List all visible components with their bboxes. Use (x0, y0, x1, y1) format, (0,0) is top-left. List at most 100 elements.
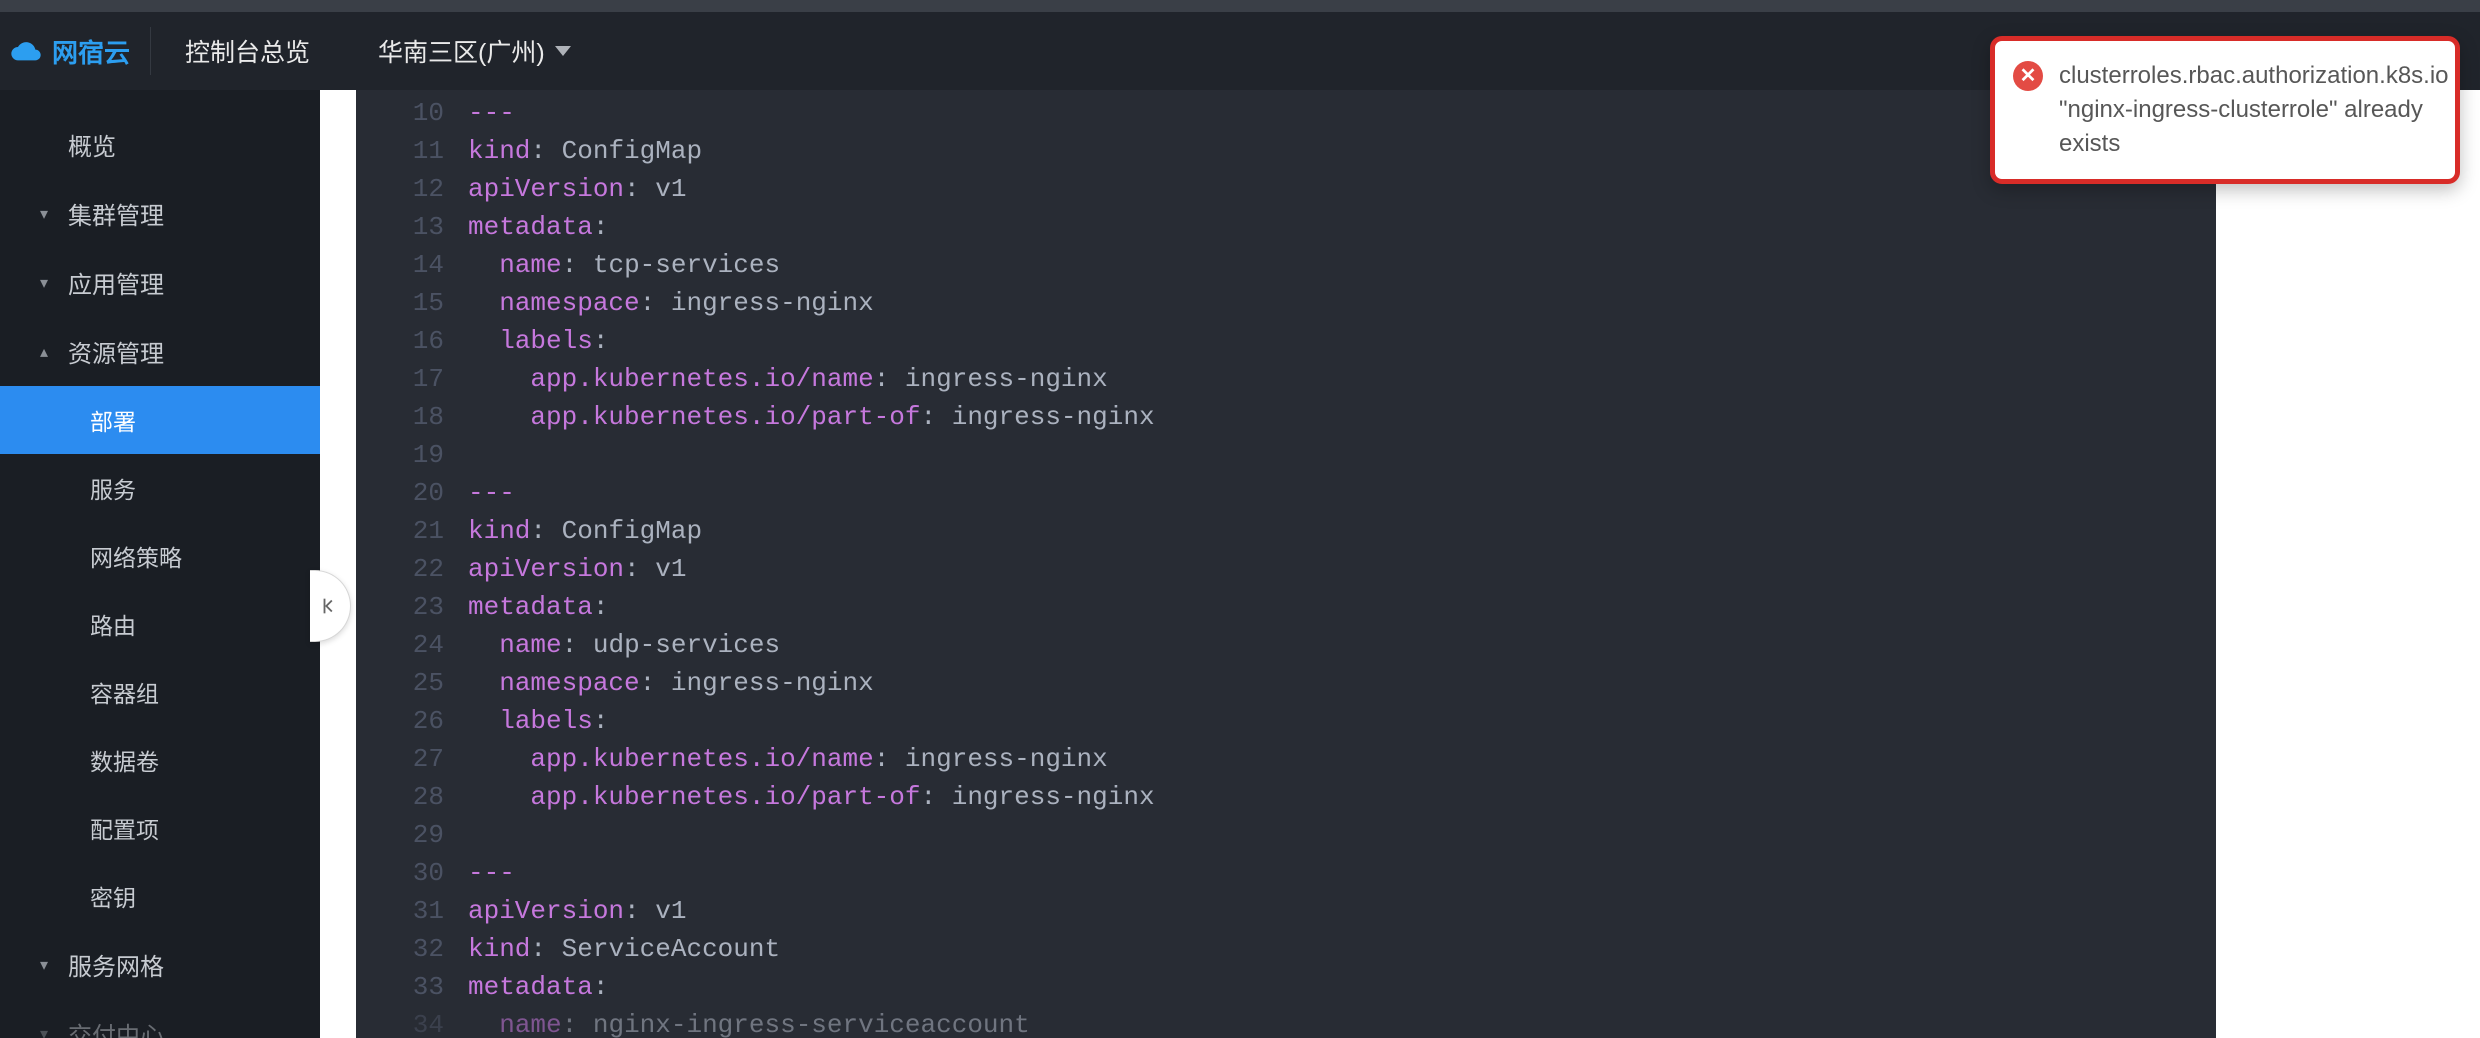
line-number: 31 (356, 892, 468, 930)
sidebar-item-service-mesh[interactable]: ▾ 服务网格 (0, 930, 320, 999)
caret-right-icon: ▾ (36, 955, 52, 975)
line-number: 20 (356, 474, 468, 512)
sidebar-item-overview[interactable]: 概览 (0, 110, 320, 179)
line-number: 22 (356, 550, 468, 588)
code-line[interactable]: 23metadata: (356, 588, 2216, 626)
code-line[interactable]: 26 labels: (356, 702, 2216, 740)
code-text: apiVersion: v1 (468, 170, 686, 208)
sidebar-item-cluster-mgmt[interactable]: ▾ 集群管理 (0, 179, 320, 248)
region-label: 华南三区(广州) (378, 33, 545, 69)
sidebar-label-resource: 资源管理 (68, 334, 164, 369)
code-line[interactable]: 32kind: ServiceAccount (356, 930, 2216, 968)
caret-down-icon: ▴ (36, 342, 52, 362)
line-number: 30 (356, 854, 468, 892)
line-number: 28 (356, 778, 468, 816)
code-text: --- (468, 94, 515, 132)
code-line[interactable]: 13metadata: (356, 208, 2216, 246)
code-text: labels: (468, 322, 608, 360)
line-number: 32 (356, 930, 468, 968)
sidebar-label-delivery: 交付中心 (68, 1016, 164, 1038)
code-line[interactable]: 29 (356, 816, 2216, 854)
code-text: metadata: (468, 968, 608, 1006)
code-line[interactable]: 22apiVersion: v1 (356, 550, 2216, 588)
sidebar-item-app-mgmt[interactable]: ▾ 应用管理 (0, 248, 320, 317)
code-line[interactable]: 10--- (356, 94, 2216, 132)
code-text: metadata: (468, 588, 608, 626)
line-number: 12 (356, 170, 468, 208)
sidebar-label-mesh: 服务网格 (68, 947, 164, 982)
code-line[interactable]: 11kind: ConfigMap (356, 132, 2216, 170)
code-line[interactable]: 14 name: tcp-services (356, 246, 2216, 284)
collapse-sidebar-button[interactable] (310, 570, 351, 642)
editor-area: 10---11kind: ConfigMap12apiVersion: v113… (356, 90, 2480, 1038)
code-line[interactable]: 19 (356, 436, 2216, 474)
window-title-bar (0, 0, 2480, 12)
console-overview-label: 控制台总览 (185, 33, 310, 69)
code-text: apiVersion: v1 (468, 892, 686, 930)
caret-right-icon: ▾ (36, 273, 52, 293)
error-icon: ✕ (2013, 61, 2043, 91)
line-number: 18 (356, 398, 468, 436)
code-text: app.kubernetes.io/part-of: ingress-nginx (468, 398, 1155, 436)
code-text: apiVersion: v1 (468, 550, 686, 588)
code-line[interactable]: 24 name: udp-services (356, 626, 2216, 664)
caret-right-icon: ▾ (36, 1024, 52, 1038)
sidebar: 概览 ▾ 集群管理 ▾ 应用管理 ▴ 资源管理 部署 服务 网络策略 路由 容器… (0, 90, 320, 1038)
code-line[interactable]: 33metadata: (356, 968, 2216, 1006)
code-line[interactable]: 21kind: ConfigMap (356, 512, 2216, 550)
line-number: 23 (356, 588, 468, 626)
code-text: kind: ConfigMap (468, 512, 702, 550)
line-number: 33 (356, 968, 468, 1006)
code-editor[interactable]: 10---11kind: ConfigMap12apiVersion: v113… (356, 90, 2216, 1038)
brand-logo[interactable]: 网宿云 (10, 27, 151, 75)
chevron-down-icon (555, 46, 571, 56)
line-number: 17 (356, 360, 468, 398)
code-text: namespace: ingress-nginx (468, 664, 874, 702)
sidebar-label-cluster: 集群管理 (68, 196, 164, 231)
code-line[interactable]: 28 app.kubernetes.io/part-of: ingress-ng… (356, 778, 2216, 816)
line-number: 15 (356, 284, 468, 322)
sidebar-subitem-route[interactable]: 路由 (0, 590, 320, 658)
error-toast[interactable]: ✕ clusterroles.rbac.authorization.k8s.io… (1990, 36, 2460, 184)
region-selector[interactable]: 华南三区(广州) (344, 33, 605, 69)
code-line[interactable]: 27 app.kubernetes.io/name: ingress-nginx (356, 740, 2216, 778)
sidebar-subitem-volume[interactable]: 数据卷 (0, 726, 320, 794)
code-text: --- (468, 854, 515, 892)
code-line[interactable]: 30--- (356, 854, 2216, 892)
sidebar-subitem-netpolicy[interactable]: 网络策略 (0, 522, 320, 590)
collapse-icon (319, 595, 341, 617)
code-text: app.kubernetes.io/name: ingress-nginx (468, 740, 1108, 778)
caret-right-icon: ▾ (36, 204, 52, 224)
line-number: 26 (356, 702, 468, 740)
code-line[interactable]: 18 app.kubernetes.io/part-of: ingress-ng… (356, 398, 2216, 436)
line-number: 21 (356, 512, 468, 550)
code-line[interactable]: 12apiVersion: v1 (356, 170, 2216, 208)
line-number: 29 (356, 816, 468, 854)
code-line[interactable]: 20--- (356, 474, 2216, 512)
line-number: 14 (356, 246, 468, 284)
sidebar-item-resource-mgmt[interactable]: ▴ 资源管理 (0, 317, 320, 386)
sidebar-item-delivery[interactable]: ▾ 交付中心 (0, 999, 320, 1038)
error-message: clusterroles.rbac.authorization.k8s.io "… (2059, 59, 2435, 161)
sidebar-subitem-service[interactable]: 服务 (0, 454, 320, 522)
code-line[interactable]: 16 labels: (356, 322, 2216, 360)
code-text: kind: ServiceAccount (468, 930, 780, 968)
sidebar-subitem-deploy[interactable]: 部署 (0, 386, 320, 454)
code-line[interactable]: 34 name: nginx-ingress-serviceaccount (356, 1006, 2216, 1038)
sidebar-subitem-config[interactable]: 配置项 (0, 794, 320, 862)
code-line[interactable]: 15 namespace: ingress-nginx (356, 284, 2216, 322)
sidebar-label-app: 应用管理 (68, 265, 164, 300)
sidebar-subitem-secret[interactable]: 密钥 (0, 862, 320, 930)
code-text: labels: (468, 702, 608, 740)
code-line[interactable]: 17 app.kubernetes.io/name: ingress-nginx (356, 360, 2216, 398)
code-text: name: tcp-services (468, 246, 780, 284)
sidebar-subitem-podgroup[interactable]: 容器组 (0, 658, 320, 726)
code-line[interactable]: 25 namespace: ingress-nginx (356, 664, 2216, 702)
console-overview-link[interactable]: 控制台总览 (151, 33, 344, 69)
code-line[interactable]: 31apiVersion: v1 (356, 892, 2216, 930)
line-number: 16 (356, 322, 468, 360)
sidebar-label-overview: 概览 (68, 127, 116, 162)
line-number: 25 (356, 664, 468, 702)
code-text: app.kubernetes.io/part-of: ingress-nginx (468, 778, 1155, 816)
cloud-icon (10, 35, 42, 67)
